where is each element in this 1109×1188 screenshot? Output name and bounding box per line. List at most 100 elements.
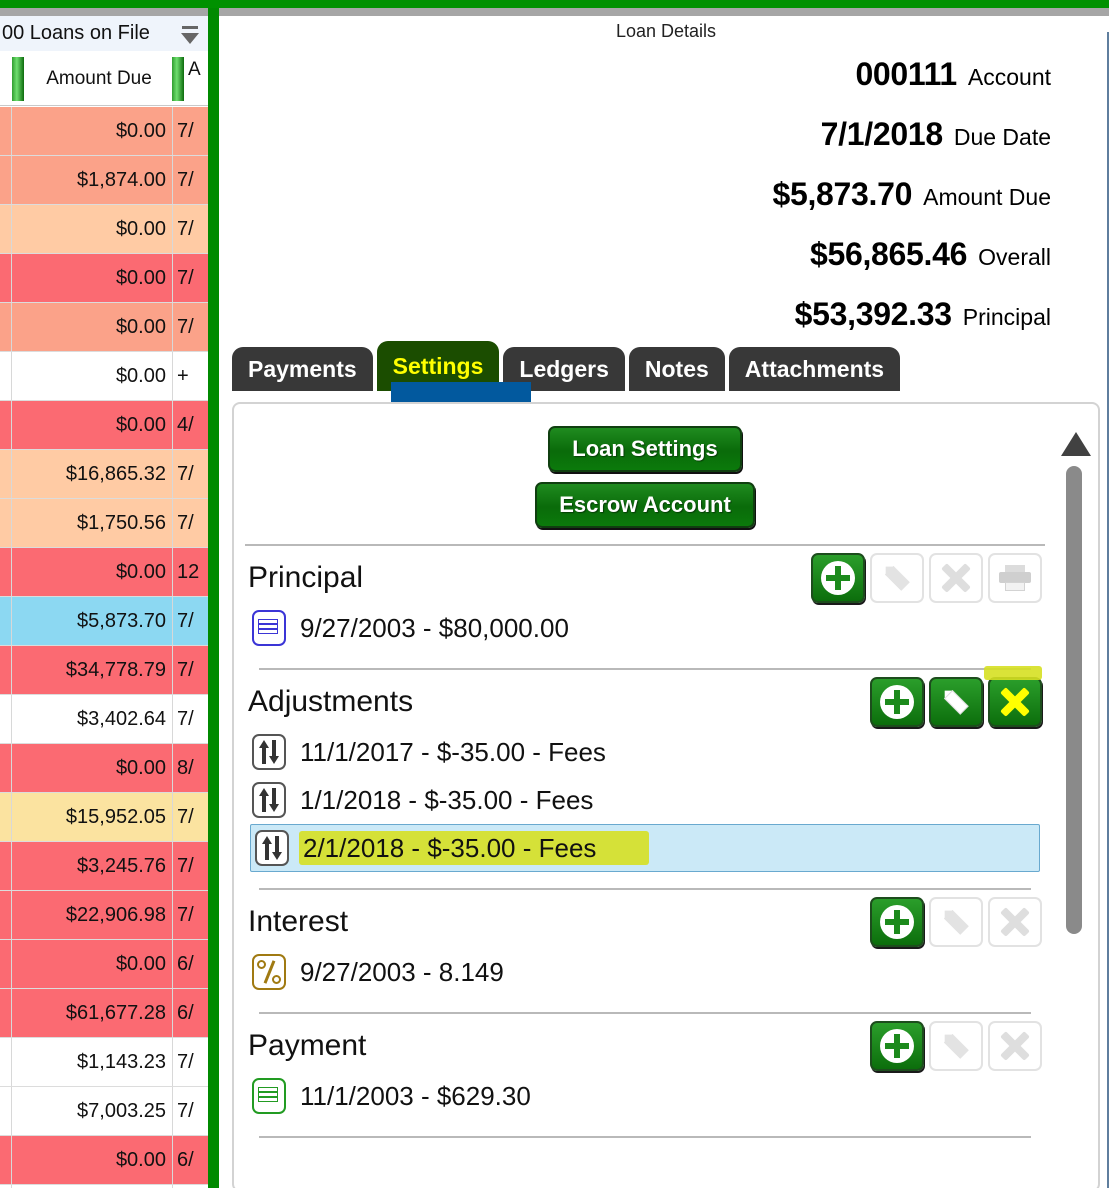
summary-label: Overall — [978, 244, 1051, 270]
loans-on-file-title: 00 Loans on File — [2, 22, 150, 44]
row-gutter — [0, 1087, 12, 1135]
edit-icon[interactable] — [929, 1021, 983, 1071]
cell-amount-due: $0.00 — [115, 364, 166, 387]
table-row[interactable]: $1,750.56 7/ — [0, 499, 208, 548]
cell-amount-due: $7,003.25 — [77, 1099, 166, 1122]
table-row[interactable]: $15,952.05 7/ — [0, 793, 208, 842]
row-gutter — [0, 989, 12, 1037]
list-item-label: 11/1/2017 - $-35.00 - Fees — [300, 736, 606, 767]
list-item-label: 1/1/2018 - $-35.00 - Fees — [300, 784, 594, 815]
row-gutter — [0, 156, 12, 204]
list-item[interactable]: 9/27/2003 - 8.149 — [248, 948, 1042, 996]
pane-splitter[interactable] — [208, 8, 219, 1188]
table-row[interactable]: $5,873.70 7/ — [0, 597, 208, 646]
up-down-arrows-icon — [252, 782, 286, 818]
table-row[interactable]: $34,778.79 7/ — [0, 646, 208, 695]
delete-icon[interactable] — [929, 553, 983, 603]
money-stack-icon — [252, 610, 286, 646]
table-row[interactable]: $0.00 7/ — [0, 107, 208, 156]
cell-date: 6/ — [172, 940, 208, 988]
cell-amount-due: $15,952.05 — [65, 805, 166, 828]
tab-payments[interactable]: Payments — [232, 347, 373, 391]
scrollbar-track[interactable] — [1066, 466, 1082, 1184]
filter-funnel-icon[interactable] — [180, 22, 202, 46]
money-stack-green-icon — [252, 1078, 286, 1114]
escrow-account-button[interactable]: Escrow Account — [535, 482, 755, 528]
table-row[interactable]: $0.00 6/ — [0, 1136, 208, 1185]
up-down-arrows-icon — [252, 734, 286, 770]
table-row[interactable]: $0.00 4/ — [0, 401, 208, 450]
table-row[interactable]: $3,402.64 7/ — [0, 695, 208, 744]
list-item[interactable]: 2/1/2018 - $-35.00 - Fees — [250, 824, 1040, 872]
delete-icon[interactable] — [988, 677, 1042, 727]
table-row[interactable]: $7,003.25 7/ — [0, 1087, 208, 1136]
summary-label: Principal — [962, 304, 1051, 330]
section-interest: Interest 9/27/2003 - 8.149 — [234, 890, 1056, 1014]
list-item[interactable]: 1/1/2018 - $-35.00 - Fees — [248, 776, 1042, 824]
detail-tabbar[interactable]: Payments Settings Ledgers Notes Attachments — [232, 341, 904, 391]
edit-icon[interactable] — [870, 553, 924, 603]
section-payment: Payment 11/1/2003 - $629.30 — [234, 1014, 1056, 1138]
cell-amount-due: $0.00 — [115, 756, 166, 779]
list-item[interactable]: 11/1/2017 - $-35.00 - Fees — [248, 728, 1042, 776]
cell-amount-due: $5,873.70 — [77, 609, 166, 632]
table-row[interactable]: $61,677.28 6/ — [0, 989, 208, 1038]
table-row[interactable]: $0.00 7/ — [0, 205, 208, 254]
up-down-arrows-icon — [255, 830, 289, 866]
loan-settings-button[interactable]: Loan Settings — [548, 426, 742, 472]
table-row[interactable]: $0.00 7/ — [0, 303, 208, 352]
grid-column-headers: Amount Due A — [0, 51, 208, 106]
cell-amount-due: $61,677.28 — [65, 1001, 166, 1024]
print-icon[interactable] — [988, 553, 1042, 603]
edit-icon[interactable] — [929, 677, 983, 727]
row-gutter — [0, 303, 12, 351]
table-row[interactable]: $0.00 12 — [0, 548, 208, 597]
cell-amount-due: $1,874.00 — [77, 168, 166, 191]
cell-date: + — [172, 352, 208, 400]
section-header: Interest — [248, 896, 1042, 948]
table-row[interactable]: $1,143.23 7/ — [0, 1038, 208, 1087]
cell-date: 7/ — [172, 450, 208, 498]
settings-scrollbar[interactable] — [1054, 410, 1091, 1184]
row-gutter — [0, 107, 12, 155]
cell-amount-due: $3,245.76 — [77, 854, 166, 877]
delete-icon[interactable] — [988, 897, 1042, 947]
cell-amount-due: $1,750.56 — [77, 511, 166, 534]
loans-grid-rows[interactable]: $0.00 7/$1,874.00 7/$0.00 7/$0.00 7/$0.00 7/$… — [0, 107, 208, 1188]
row-gutter — [0, 891, 12, 939]
table-row[interactable]: $1,874.00 7/ — [0, 156, 208, 205]
summary-row: 7/1/2018 Due Date — [431, 116, 1051, 176]
add-icon[interactable] — [811, 553, 865, 603]
cell-date: 7/ — [172, 1087, 208, 1135]
row-gutter — [0, 401, 12, 449]
column-header-next[interactable]: A — [188, 59, 201, 81]
column-separator-right[interactable] — [172, 57, 184, 101]
app-window: 00 Loans on File Amount Due A $0.00 7/$1,… — [0, 0, 1109, 1188]
list-item-label: 9/27/2003 - 8.149 — [300, 956, 504, 987]
section-adjustments: Adjustments 11/1/2017 - $-35.00 - Fees 1/1… — [234, 666, 1056, 890]
add-icon[interactable] — [870, 897, 924, 947]
add-icon[interactable] — [870, 1021, 924, 1071]
edit-icon[interactable] — [929, 897, 983, 947]
table-row[interactable]: $0.00 6/ — [0, 940, 208, 989]
cell-date: 7/ — [172, 254, 208, 302]
list-item[interactable]: 11/1/2003 - $629.30 — [248, 1072, 1042, 1120]
delete-icon[interactable] — [988, 1021, 1042, 1071]
column-separator-left[interactable] — [12, 57, 24, 101]
row-gutter — [0, 646, 12, 694]
summary-label: Due Date — [953, 124, 1051, 150]
table-row[interactable]: $0.00 + — [0, 352, 208, 401]
table-row[interactable]: $16,865.32 7/ — [0, 450, 208, 499]
list-item-label: 9/27/2003 - $80,000.00 — [300, 612, 569, 643]
tab-attachments[interactable]: Attachments — [728, 347, 901, 391]
scrollbar-thumb[interactable] — [1066, 466, 1082, 934]
tab-notes[interactable]: Notes — [628, 347, 725, 391]
table-row[interactable]: $0.00 7/ — [0, 254, 208, 303]
table-row[interactable]: $0.00 8/ — [0, 744, 208, 793]
list-item[interactable]: 9/27/2003 - $80,000.00 — [248, 604, 1042, 652]
table-row[interactable]: $3,245.76 7/ — [0, 842, 208, 891]
table-row[interactable]: $22,906.98 7/ — [0, 891, 208, 940]
triangle-up-icon[interactable] — [1061, 432, 1091, 456]
column-header-amount-due[interactable]: Amount Due — [28, 51, 170, 106]
add-icon[interactable] — [870, 677, 924, 727]
